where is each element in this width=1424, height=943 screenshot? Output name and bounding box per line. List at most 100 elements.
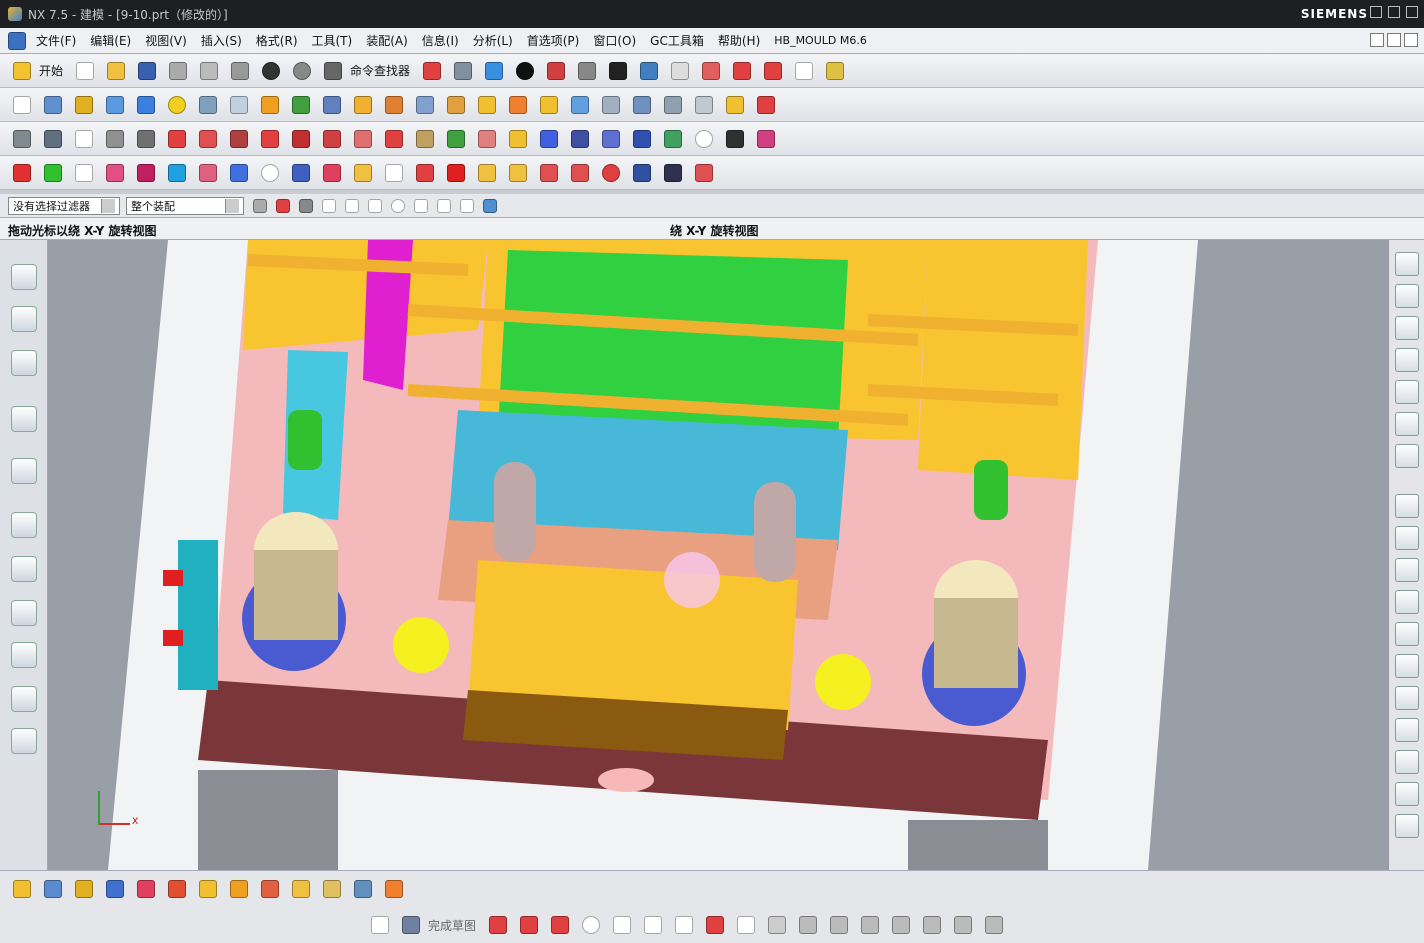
- unite-icon[interactable]: [256, 91, 284, 119]
- shrinkage-icon[interactable]: [70, 125, 98, 153]
- boss-icon[interactable]: [225, 91, 253, 119]
- menu-window[interactable]: 窗口(O): [586, 32, 643, 49]
- command-finder-button[interactable]: 命令查找器: [350, 62, 410, 79]
- process-studio-icon[interactable]: [11, 600, 37, 626]
- explode-view-icon[interactable]: [101, 875, 129, 903]
- point-on-curve-icon[interactable]: [434, 196, 454, 216]
- finish-sketch-icon[interactable]: [397, 911, 425, 939]
- delete-icon[interactable]: [442, 159, 470, 187]
- manufacturing-wizard-icon[interactable]: [11, 642, 37, 668]
- gate-icon[interactable]: [349, 125, 377, 153]
- component-array-icon[interactable]: [1395, 380, 1419, 404]
- mold-base-icon[interactable]: [163, 125, 191, 153]
- undo-icon[interactable]: [257, 57, 285, 85]
- background-icon[interactable]: [604, 57, 632, 85]
- quick-extend-icon[interactable]: [825, 911, 853, 939]
- graphics-window[interactable]: X: [48, 240, 1388, 870]
- menu-hb-mould[interactable]: HB_MOULD M6.6: [767, 34, 874, 47]
- wave-feature-icon[interactable]: [752, 125, 780, 153]
- assembly-tree-icon[interactable]: [659, 125, 687, 153]
- measure-distance-icon[interactable]: [535, 125, 563, 153]
- arc-icon[interactable]: [759, 57, 787, 85]
- arrangement-icon[interactable]: [349, 875, 377, 903]
- menu-information[interactable]: 信息(I): [415, 32, 466, 49]
- polygon-icon[interactable]: [763, 911, 791, 939]
- extrude-icon[interactable]: [39, 91, 67, 119]
- sub-insert-icon[interactable]: [287, 125, 315, 153]
- menu-view[interactable]: 视图(V): [138, 32, 194, 49]
- offset-sketch-icon[interactable]: [887, 911, 915, 939]
- cooling-icon[interactable]: [380, 125, 408, 153]
- curve-icon[interactable]: [752, 91, 780, 119]
- wcs-icon[interactable]: [635, 57, 663, 85]
- assembly-constraints-icon[interactable]: [1395, 444, 1419, 468]
- spline-icon[interactable]: [566, 159, 594, 187]
- sketch-icon[interactable]: [8, 91, 36, 119]
- midpoint-snap-icon[interactable]: [365, 196, 385, 216]
- window-select-icon[interactable]: [319, 196, 339, 216]
- paste-icon[interactable]: [226, 57, 254, 85]
- new-file-icon[interactable]: [71, 57, 99, 85]
- offset-curve-icon[interactable]: [690, 159, 718, 187]
- menu-preferences[interactable]: 首选项(P): [520, 32, 587, 49]
- endpoint-snap-icon[interactable]: [342, 196, 362, 216]
- type-filter-dropdown[interactable]: 没有选择过滤器: [8, 196, 120, 215]
- mirror-assembly-icon[interactable]: [1395, 348, 1419, 372]
- array-icon[interactable]: [101, 159, 129, 187]
- clone-icon[interactable]: [225, 875, 253, 903]
- screw-icon[interactable]: [1395, 494, 1419, 518]
- point-icon[interactable]: [8, 159, 36, 187]
- create-new-component-icon[interactable]: [1395, 284, 1419, 308]
- constraint-icon[interactable]: [949, 911, 977, 939]
- plane-icon[interactable]: [39, 159, 67, 187]
- system-scene-icon[interactable]: [11, 728, 37, 754]
- assembly-navigator-icon[interactable]: [11, 264, 37, 290]
- profile-icon[interactable]: [484, 911, 512, 939]
- save-icon[interactable]: [133, 57, 161, 85]
- fit-view-icon[interactable]: [418, 57, 446, 85]
- project-init-icon[interactable]: [8, 125, 36, 153]
- menu-analysis[interactable]: 分析(L): [466, 32, 520, 49]
- filter-reset-icon[interactable]: [250, 196, 270, 216]
- add-component-icon[interactable]: [1395, 252, 1419, 276]
- snap-point-icon[interactable]: [273, 196, 293, 216]
- clock-icon[interactable]: [690, 125, 718, 153]
- tube-icon[interactable]: [473, 159, 501, 187]
- sketch-plane-icon[interactable]: [366, 911, 394, 939]
- hatch-icon[interactable]: [287, 159, 315, 187]
- rectangle-grid-icon[interactable]: [318, 159, 346, 187]
- resize-face-icon[interactable]: [721, 91, 749, 119]
- quadrant-snap-icon[interactable]: [411, 196, 431, 216]
- view-orient-icon[interactable]: [480, 196, 500, 216]
- mold-assembly-model[interactable]: [48, 240, 1388, 870]
- matrix-icon[interactable]: [659, 159, 687, 187]
- bom-icon[interactable]: [442, 125, 470, 153]
- dowel-icon[interactable]: [1395, 526, 1419, 550]
- sketch-point-icon[interactable]: [732, 911, 760, 939]
- select-icon[interactable]: [296, 196, 316, 216]
- standard-parts-icon[interactable]: [194, 125, 222, 153]
- replace-face-icon[interactable]: [659, 91, 687, 119]
- menu-insert[interactable]: 插入(S): [194, 32, 249, 49]
- cavity-design-icon[interactable]: [504, 125, 532, 153]
- mold-csys-icon[interactable]: [39, 125, 67, 153]
- auto-constrain-icon[interactable]: [980, 911, 1008, 939]
- shell-icon[interactable]: [411, 91, 439, 119]
- chamfer-icon[interactable]: [380, 91, 408, 119]
- runner-icon[interactable]: [318, 125, 346, 153]
- move-component-icon[interactable]: [1395, 412, 1419, 436]
- dimension-icon[interactable]: [918, 911, 946, 939]
- add-part-icon[interactable]: [70, 875, 98, 903]
- layers-stack-icon[interactable]: [349, 159, 377, 187]
- line-icon[interactable]: [728, 57, 756, 85]
- circle-icon[interactable]: [256, 159, 284, 187]
- edge-display-icon[interactable]: [573, 57, 601, 85]
- studio-spline-icon[interactable]: [701, 911, 729, 939]
- link-icon[interactable]: [318, 875, 346, 903]
- close-icon[interactable]: [1406, 6, 1418, 18]
- replace-component-icon[interactable]: [1395, 316, 1419, 340]
- assembly-load-icon[interactable]: [8, 875, 36, 903]
- sketch-line-icon[interactable]: [515, 911, 543, 939]
- calculator-icon[interactable]: [566, 125, 594, 153]
- revolve-icon[interactable]: [70, 91, 98, 119]
